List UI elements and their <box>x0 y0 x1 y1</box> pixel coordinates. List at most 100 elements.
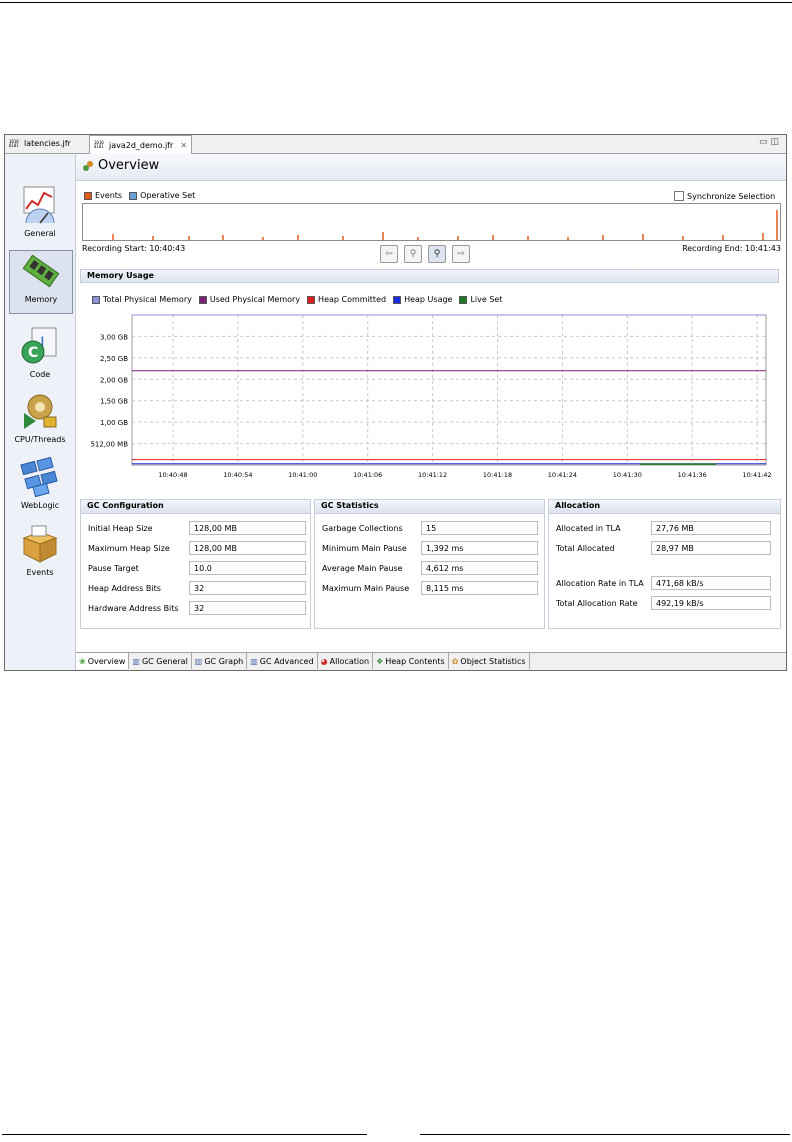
legend-item: Used Physical Memory <box>198 295 301 304</box>
field-label: Total Allocation Rate <box>556 599 638 608</box>
checkbox[interactable] <box>674 191 684 201</box>
field-row: Allocation Rate in TLA 471,68 kB/s <box>549 576 780 592</box>
field-value[interactable]: 492,19 kB/s <box>651 596 771 610</box>
overview-header <box>76 154 786 181</box>
recording-end: Recording End: 10:41:43 <box>682 244 781 253</box>
tab-label: Object Statistics <box>460 656 526 666</box>
objects-icon: ✿ <box>451 656 459 666</box>
tab-overview[interactable]: ❀ Overview <box>76 653 130 669</box>
sidebar-item-label: WebLogic <box>20 501 60 510</box>
sidebar-item-weblogic[interactable]: WebLogic <box>9 456 71 510</box>
field-value[interactable]: 32 <box>189 581 306 595</box>
trash-can-icon: ▥ <box>194 656 203 666</box>
gc-statistics-header: GC Statistics <box>315 500 544 514</box>
weblogic-grid-icon <box>20 456 58 498</box>
field-value[interactable]: 32 <box>189 601 306 615</box>
timeline-nav-buttons: ⇦ ⚲ ⚲ ⇨ <box>380 245 470 263</box>
tab-label: GC General <box>141 656 188 666</box>
field-value[interactable]: 471,68 kB/s <box>651 576 771 590</box>
y-tick-label: 1,00 GB <box>100 419 128 427</box>
gc-configuration-section: GC Configuration Initial Heap Size 128,00… <box>80 499 311 629</box>
legend-label: Total Physical Memory <box>103 295 192 304</box>
events-swatch <box>84 191 92 200</box>
operative-swatch <box>129 191 138 200</box>
field-value[interactable]: 4,612 ms <box>421 561 538 575</box>
field-value[interactable]: 8,115 ms <box>421 581 538 595</box>
sidebar-item-code[interactable]: J C Code <box>9 326 71 379</box>
legend-item: Heap Usage <box>393 295 452 304</box>
tab-label: GC Advanced <box>259 656 314 666</box>
field-row: Hardware Address Bits 32 <box>81 601 310 617</box>
sidebar-item-cpu-threads[interactable]: CPU/Threads <box>9 391 71 444</box>
zoom-in-button[interactable]: ⚲ <box>428 245 446 263</box>
sidebar-item-label: CPU/Threads <box>14 435 66 444</box>
sidebar-item-label: Events <box>26 568 54 577</box>
field-label: Maximum Heap Size <box>88 544 170 553</box>
swatch <box>459 295 468 304</box>
close-icon[interactable]: ✕ <box>180 141 187 150</box>
trash-can-icon: ▥ <box>132 656 140 666</box>
overview-title: Overview <box>82 158 159 173</box>
editor-tab-label: latencies.jfr <box>24 139 71 148</box>
field-row: Minimum Main Pause 1,392 ms <box>315 541 544 557</box>
legend-label: Used Physical Memory <box>209 295 301 304</box>
field-label: Garbage Collections <box>322 524 403 533</box>
swatch <box>307 295 316 304</box>
sidebar-item-events[interactable]: Events <box>9 524 71 577</box>
tab-label: Heap Contents <box>385 656 445 666</box>
chart-gauge-icon <box>23 186 55 224</box>
recording-start: Recording Start: 10:40:43 <box>82 244 186 253</box>
tab-gc-graph[interactable]: ▥ GC Graph <box>192 653 248 669</box>
sidebar-item-memory[interactable]: Memory <box>9 250 73 314</box>
editor-tab-bar: 1010 0101 latencies.jfr 1010 0101 java2d_d… <box>5 135 786 154</box>
field-label: Allocated in TLA <box>556 524 621 533</box>
scroll-right-button[interactable]: ⇨ <box>452 245 470 263</box>
legend-item: Total Physical Memory <box>92 295 192 304</box>
field-row: Average Main Pause 4,612 ms <box>315 561 544 577</box>
legend-events: Events <box>95 191 123 200</box>
legend-item: Heap Committed <box>307 295 386 304</box>
field-value[interactable]: 28,97 MB <box>651 541 771 555</box>
tab-heap-contents[interactable]: ❖ Heap Contents <box>373 653 449 669</box>
editor-tab-latencies[interactable]: 1010 0101 latencies.jfr <box>5 135 75 152</box>
allocation-icon: ◕ <box>320 656 328 666</box>
field-label: Minimum Main Pause <box>322 544 407 553</box>
field-value[interactable]: 1,392 ms <box>421 541 538 555</box>
memory-usage-chart[interactable]: 3,00 GB 2,50 GB 2,00 GB 1,50 GB 1,00 GB 512,0… <box>80 309 779 493</box>
scroll-left-button[interactable]: ⇦ <box>380 245 398 263</box>
field-row: Total Allocation Rate 492,19 kB/s <box>549 596 780 612</box>
x-tick-label: 10:41:30 <box>613 471 642 479</box>
tab-label: GC Graph <box>204 656 244 666</box>
field-label: Average Main Pause <box>322 564 403 573</box>
tab-gc-general[interactable]: ▥ GC General <box>129 653 192 669</box>
synchronize-selection[interactable]: Synchronize Selection <box>674 191 775 201</box>
box-icon <box>22 525 58 563</box>
field-label: Total Allocated <box>556 544 615 553</box>
y-tick-label: 1,50 GB <box>100 398 128 406</box>
tab-allocation[interactable]: ◕ Allocation <box>318 653 374 669</box>
field-value[interactable]: 27,76 MB <box>651 521 771 535</box>
field-row: Initial Heap Size 128,00 MB <box>81 521 310 537</box>
gear-lock-icon <box>24 394 57 429</box>
minimize-icon[interactable]: ▭ <box>759 137 771 147</box>
maximize-icon[interactable]: ◫ <box>770 137 782 147</box>
field-label: Allocation Rate in TLA <box>556 579 644 588</box>
footer-rule-right <box>420 1134 790 1135</box>
field-value[interactable]: 10.0 <box>189 561 306 575</box>
field-value[interactable]: 128,00 MB <box>189 541 306 555</box>
sidebar-item-general[interactable]: General <box>9 185 71 238</box>
legend-operative: Operative Set <box>140 191 196 200</box>
field-value[interactable]: 15 <box>421 521 538 535</box>
editor-tab-java2d-demo[interactable]: 1010 0101 java2d_demo.jfr ✕ <box>89 135 193 154</box>
x-tick-label: 10:40:48 <box>158 471 187 479</box>
y-tick-label: 3,00 GB <box>100 333 128 341</box>
svg-text:C: C <box>28 345 38 361</box>
legend-item: Live Set <box>459 295 502 304</box>
zoom-out-button[interactable]: ⚲ <box>404 245 422 263</box>
tab-gc-advanced[interactable]: ▥ GC Advanced <box>247 653 318 669</box>
tab-object-statistics[interactable]: ✿ Object Statistics <box>449 653 530 669</box>
x-tick-label: 10:41:12 <box>418 471 447 479</box>
field-value[interactable]: 128,00 MB <box>189 521 306 535</box>
recording-timeline[interactable] <box>82 203 781 241</box>
field-row: Allocated in TLA 27,76 MB <box>549 521 780 537</box>
